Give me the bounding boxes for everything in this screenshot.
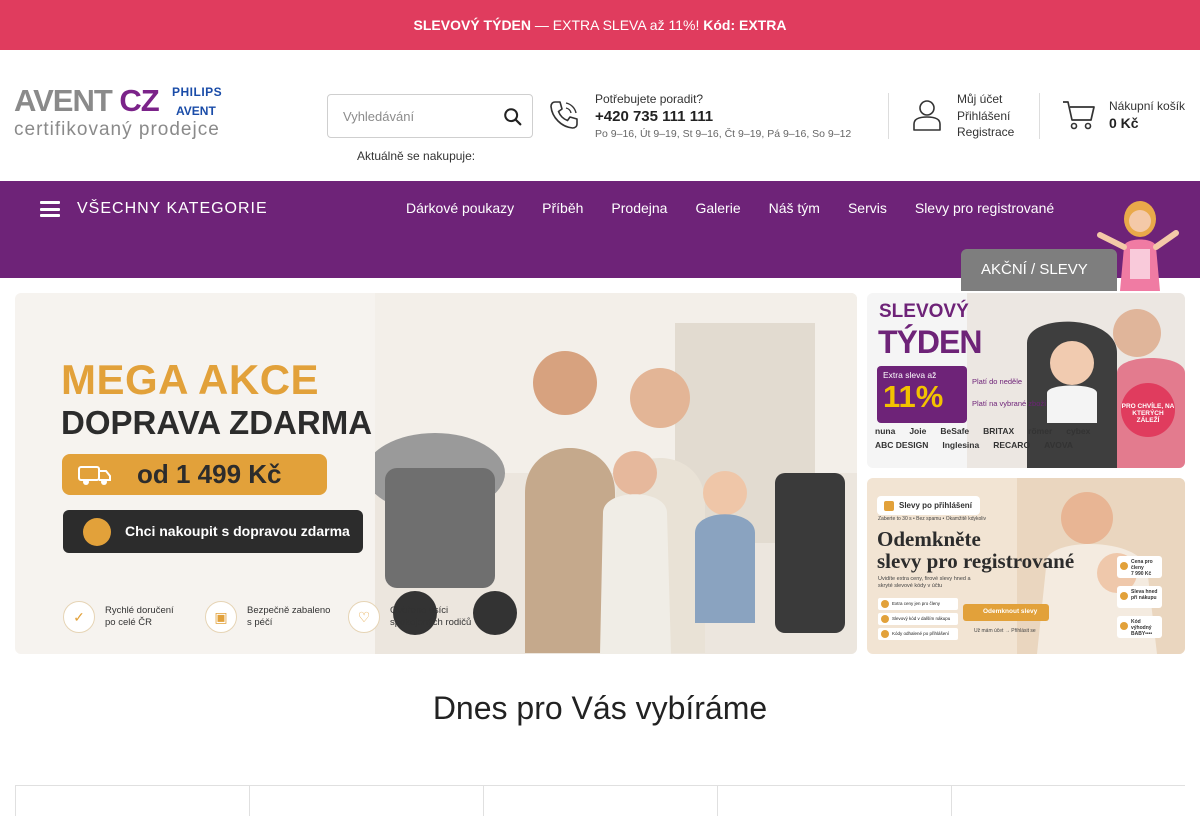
grid-divider	[249, 786, 250, 816]
avent-logo: AVENT	[176, 104, 216, 118]
brand-logo: AVOVA	[1044, 440, 1074, 450]
cta-label: Chci nakoupit s dopravou zdarma	[125, 523, 350, 539]
search-input[interactable]	[328, 108, 488, 124]
brand-logo: BeSafe	[940, 426, 970, 436]
nav-link-store[interactable]: Prodejna	[611, 200, 667, 216]
help-contact: Potřebujete poradit? +420 735 111 111 Po…	[595, 92, 851, 140]
cart-total: 0 Kč	[1109, 115, 1139, 131]
brand-logo: BRITAX	[983, 426, 1015, 436]
hero-subheadline: DOPRAVA ZDARMA	[61, 404, 373, 441]
menu-icon[interactable]	[40, 201, 60, 217]
divider	[888, 93, 889, 139]
login-discount-pill: Slevy po přihlášení	[877, 496, 980, 515]
phone-icon	[550, 101, 578, 129]
truck-icon	[78, 466, 111, 485]
feature-safe-packing: ▣ Bezpečně zabaleno s péčí	[205, 601, 330, 633]
sale-badge: Extra sleva až 11%	[877, 366, 967, 423]
cart-icon[interactable]	[1061, 98, 1097, 132]
grid-divider	[717, 786, 718, 816]
brand-logo: Joie	[909, 426, 927, 436]
hero-price-badge: od 1 499 Kč	[62, 454, 327, 495]
hero-banner[interactable]: MEGA AKCE DOPRAVA ZDARMA od 1 499 Kč Chc…	[15, 293, 857, 654]
free-shipping-button[interactable]: Chci nakoupit s dopravou zdarma	[63, 510, 363, 553]
cart-label: Nákupní košík	[1109, 99, 1186, 113]
register-benefits: Extra ceny jen pro členy Slevový kód v d…	[878, 598, 958, 643]
account-title[interactable]: Můj účet	[957, 91, 1014, 108]
all-categories-button[interactable]: VŠECHNY KATEGORIE	[77, 200, 268, 218]
user-icon[interactable]	[911, 98, 943, 132]
hero-price: od 1 499 Kč	[137, 459, 282, 489]
login-link-small[interactable]: Už mám účet → Přihlásit se	[974, 628, 1036, 634]
nav-links: Dárkové poukazy Příběh Prodejna Galerie …	[406, 200, 1082, 216]
cart-summary[interactable]: Nákupní košík 0 Kč	[1109, 99, 1185, 131]
family-photo	[375, 293, 857, 654]
announcement-bold: SLEVOVÝ TÝDEN	[413, 17, 531, 33]
philips-logo: PHILIPS	[172, 85, 223, 99]
product-grid	[15, 785, 1185, 816]
grid-divider	[15, 786, 16, 816]
help-phone[interactable]: +420 735 111 111	[595, 108, 851, 125]
price-card: Cena pro členy 7 990 Kč	[1117, 556, 1162, 578]
feature-fast-delivery: ✓ Rychlé doručení po celé ČR	[63, 601, 174, 633]
brand-logo: cybex	[1066, 426, 1091, 436]
nav-link-story[interactable]: Příběh	[542, 200, 583, 216]
promo-girl-illustration	[1097, 201, 1179, 291]
help-hours: Po 9–16, Út 9–19, St 9–16, Čt 9–19, Pá 9…	[595, 128, 852, 140]
sale-percent: 11%	[883, 379, 944, 414]
announcement-bar[interactable]: SLEVOVÝ TÝDEN — EXTRA SLEVA až 11%! Kód:…	[0, 0, 1200, 50]
sale-week-banner[interactable]: SLEVOVÝ TÝDEN Extra sleva až 11% Platí d…	[867, 293, 1185, 468]
registered-discounts-banner[interactable]: Slevy po přihlášení Zaberte to 30 s • Be…	[867, 478, 1185, 654]
sale-title-1: SLEVOVÝ	[879, 301, 969, 322]
shopping-bag-icon	[83, 518, 111, 546]
sale-title-2: TÝDEN	[878, 324, 982, 360]
help-question: Potřebujete poradit?	[595, 92, 704, 106]
divider	[1039, 93, 1040, 139]
nav-link-registered-discounts[interactable]: Slevy pro registrované	[915, 200, 1054, 216]
sale-points: Platí do neděle Platí na vybrané zboží	[972, 377, 1047, 408]
hero-headline: MEGA AKCE	[61, 356, 320, 403]
shield-badge: PRO CHVÍLE, NA KTERÝCH ZÁLEŽÍ	[1121, 383, 1175, 437]
section-title: Dnes pro Vás vybíráme	[432, 690, 768, 726]
nav-link-service[interactable]: Servis	[848, 200, 887, 216]
feature-trusted: ♡ Ověřeno tisíci spokojených rodičů	[348, 601, 471, 633]
box-icon: ▣	[205, 601, 237, 633]
shopping-now-label: Aktuálně se nakupuje:	[357, 149, 476, 163]
brand-list: nuna Joie BeSafe BRITAX römer cybex ABC …	[875, 426, 1095, 450]
lock-icon	[884, 501, 894, 511]
search-box	[327, 94, 533, 138]
register-small-print: Zaberte to 30 s • Bez spamu • Okamžitě k…	[878, 516, 986, 522]
logo-subtitle: certifikovaný prodejce	[14, 119, 220, 140]
brand-logo: römer	[1028, 426, 1053, 436]
login-link[interactable]: Přihlášení	[957, 108, 1014, 125]
brand-logo: ABC DESIGN	[875, 440, 929, 450]
account-menu: Můj účet Přihlášení Registrace	[957, 91, 1014, 141]
search-icon[interactable]	[502, 106, 524, 128]
register-text: Uvidíte extra ceny, firové slevy hned a …	[878, 576, 971, 589]
register-link[interactable]: Registrace	[957, 124, 1014, 141]
heart-icon: ♡	[348, 601, 380, 633]
brand-logo: nuna	[875, 426, 896, 436]
main-nav: VŠECHNY KATEGORIE Dárkové poukazy Příběh…	[0, 181, 1200, 291]
grid-divider	[483, 786, 484, 816]
announcement-text: — EXTRA SLEVA až 11%!	[531, 17, 704, 33]
brand-logo: RECARO	[993, 440, 1031, 450]
benefit-row: Kódy odhalené po přihlášení	[878, 628, 958, 640]
nav-link-gallery[interactable]: Galerie	[695, 200, 740, 216]
nav-link-team[interactable]: Náš tým	[769, 200, 820, 216]
code-card: Kód výhodný BABY••••	[1117, 616, 1162, 638]
nav-link-gift-vouchers[interactable]: Dárkové poukazy	[406, 200, 514, 216]
register-heading: Odemkněte slevy pro registrované	[877, 527, 1075, 573]
shield-check-icon: ✓	[63, 601, 95, 633]
brand-logo: Inglesina	[942, 440, 980, 450]
benefit-row: Slevový kód v dalším nákupu	[878, 613, 958, 625]
unlock-discounts-button[interactable]: Odemknout slevy	[963, 604, 1049, 621]
benefit-row: Extra ceny jen pro členy	[878, 598, 958, 610]
announcement-code: Kód: EXTRA	[703, 17, 787, 33]
grid-divider	[951, 786, 952, 816]
discount-card: Sleva hned při nákupu	[1117, 586, 1162, 608]
